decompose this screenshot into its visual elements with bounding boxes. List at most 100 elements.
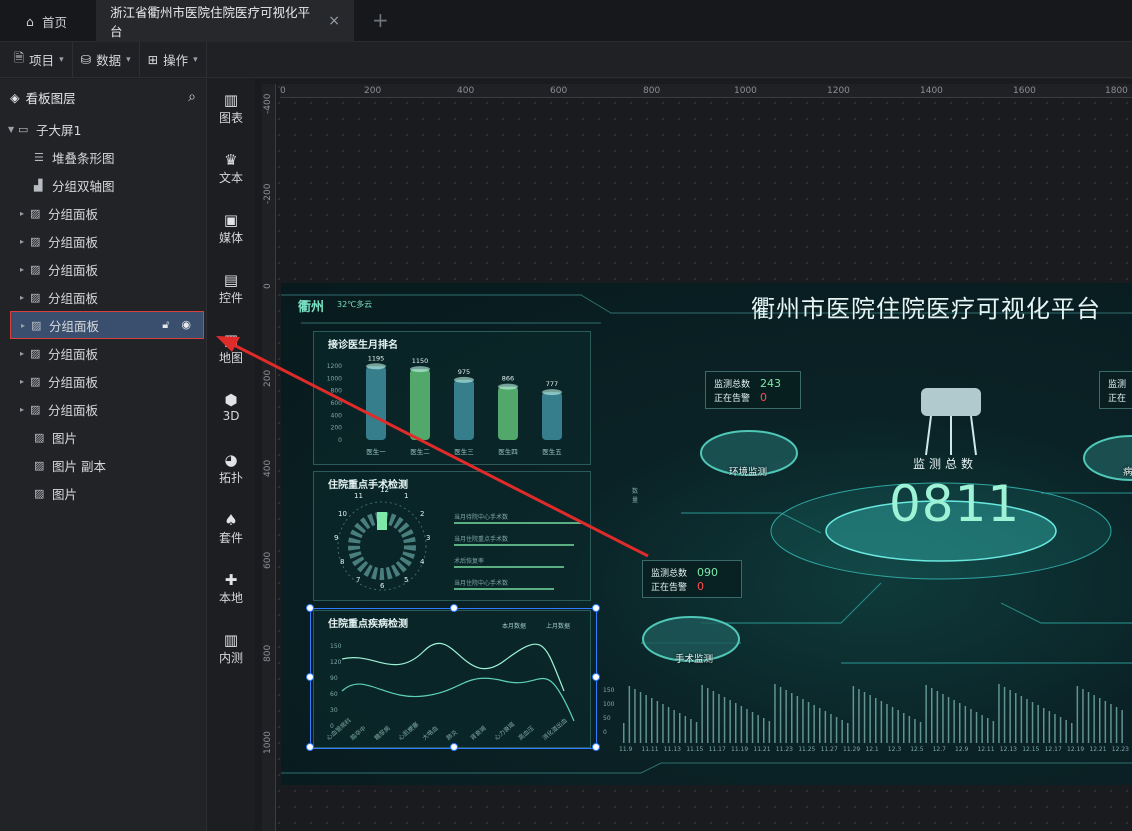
bar[interactable] — [542, 392, 562, 440]
timeline-bar — [1071, 723, 1073, 743]
resize-handle-tr[interactable] — [592, 604, 600, 612]
selection-box[interactable] — [306, 604, 600, 751]
text-icon: ♛ — [224, 151, 238, 169]
timeline-bar — [639, 692, 642, 743]
image-icon: ▨ — [34, 458, 45, 472]
layer-item-label: 堆叠条形图 — [52, 150, 115, 166]
env-stat-box[interactable]: 监测总数 243 正在告警 0 — [705, 371, 801, 409]
chevron-right-icon[interactable]: ▸ — [20, 209, 30, 218]
resize-handle-t[interactable] — [450, 604, 458, 612]
bar[interactable] — [410, 369, 430, 440]
layer-item[interactable]: ☰ 堆叠条形图 — [0, 143, 206, 171]
surgery-stat-box[interactable]: 监测总数 090 正在告警 0 — [642, 560, 742, 598]
timeline-bar — [903, 713, 905, 743]
chevron-right-icon[interactable]: ▸ — [20, 237, 30, 246]
component-control[interactable]: ▤ 控件 — [207, 271, 255, 306]
layer-item[interactable]: ▸ ▨ 分组面板 — [0, 255, 206, 283]
bar-cap — [454, 376, 474, 383]
surgery-node-label: 手术监测 — [675, 654, 714, 665]
bar[interactable] — [366, 366, 386, 440]
vertical-ruler: -400 -200 0 200 400 600 800 1000 — [262, 84, 276, 831]
timeline-bar — [712, 691, 715, 743]
component-local[interactable]: ✚ 本地 — [207, 571, 255, 606]
component-3d[interactable]: ⬢ 3D — [207, 391, 255, 423]
add-tab-icon[interactable]: + — [372, 8, 389, 32]
tab-home[interactable]: ⌂ 首页 — [12, 0, 92, 42]
layer-item[interactable]: ▨ 图片 副本 — [0, 451, 206, 479]
data-menu-label: 数据 — [96, 53, 122, 68]
timeline-date-label: 11.23 — [775, 746, 793, 753]
layers-icon: ◈ — [10, 89, 20, 105]
unlock-icon[interactable]: 🔓︎ — [162, 318, 169, 332]
surgery-card[interactable]: 住院重点手术检测 12 1 2 3 4 5 6 7 8 9 10 11 当月待院… — [313, 471, 638, 601]
resize-handle-bl[interactable] — [306, 743, 314, 751]
chevron-right-icon[interactable]: ▸ — [21, 321, 31, 330]
component-chart[interactable]: ▥ 图表 — [207, 91, 255, 126]
chevron-right-icon[interactable]: ▸ — [20, 377, 30, 386]
bar[interactable] — [454, 379, 474, 440]
resize-handle-tl[interactable] — [306, 604, 314, 612]
layer-item-label: 分组面板 — [48, 374, 99, 390]
env-total: 243 — [760, 376, 782, 390]
resize-handle-b[interactable] — [450, 743, 458, 751]
layer-item[interactable]: ▸ ▨ 分组面板 — [0, 227, 206, 255]
resize-handle-r[interactable] — [592, 673, 600, 681]
timeline-bar — [662, 704, 664, 743]
timeline-bars — [623, 684, 1123, 743]
timeline-bar — [791, 693, 793, 743]
layer-item[interactable]: ▸ ▨ 分组面板 — [0, 367, 206, 395]
close-icon[interactable]: × — [328, 13, 340, 29]
resize-handle-br[interactable] — [592, 743, 600, 751]
timeline-bar — [936, 691, 939, 743]
topology-icon: ◕ — [224, 451, 238, 469]
component-beta[interactable]: ▥ 内测 — [207, 631, 255, 666]
x-category-label: 医生二 — [410, 447, 430, 456]
layer-item[interactable]: ▨ 图片 — [0, 423, 206, 451]
layer-root[interactable]: ▼ ▭ 子大屏1 — [0, 115, 206, 143]
bar[interactable] — [498, 386, 518, 440]
timeline-bar — [751, 712, 754, 743]
right-stat-box[interactable]: 监测 正在 — [1099, 371, 1132, 409]
project-menu-button[interactable]: 🗎 项目 ▾ — [6, 41, 73, 78]
layer-item[interactable]: ▟ 分组双轴图 — [0, 171, 206, 199]
timeline-bar — [869, 695, 871, 743]
chevron-right-icon[interactable]: ▸ — [20, 349, 30, 358]
chevron-right-icon[interactable]: ▸ — [20, 265, 30, 274]
right-node-label: 病 — [1123, 467, 1132, 478]
resize-handle-l[interactable] — [306, 673, 314, 681]
layer-item[interactable]: ▸ ▨ 分组面板 — [0, 395, 206, 423]
layer-item[interactable]: ▸ ▨ 分组面板 — [0, 283, 206, 311]
timeline-bar — [1020, 696, 1023, 743]
tab-dashboard[interactable]: 浙江省衢州市医院住院医疗可视化平台 × — [96, 0, 354, 42]
monitor-icon: ▭ — [18, 122, 29, 136]
layer-item[interactable]: ▸ ▨ 分组面板 — [0, 339, 206, 367]
timeline-bar — [835, 717, 838, 743]
chevron-down-icon[interactable]: ▼ — [8, 125, 18, 134]
chevron-right-icon[interactable]: ▸ — [20, 405, 30, 414]
component-topology[interactable]: ◕ 拓扑 — [207, 451, 255, 486]
component-kit[interactable]: ♠ 套件 — [207, 511, 255, 546]
layer-item-selected[interactable]: ▸ ▨ 分组面板 🔓︎ ◉ — [10, 311, 204, 339]
timeline-bar — [695, 722, 698, 743]
timeline-date-label: 11.13 — [663, 746, 681, 753]
doctor-ranking-card[interactable]: 接诊医生月排名 1200 1000 800 600 400 200 0 1195 医生一 1150… — [313, 331, 591, 465]
control-icon: ▤ — [223, 271, 239, 289]
layer-item[interactable]: ▸ ▨ 分组面板 — [0, 199, 206, 227]
chevron-right-icon[interactable]: ▸ — [20, 293, 30, 302]
component-media[interactable]: ▣ 媒体 — [207, 211, 255, 246]
timeline-bar — [964, 706, 967, 743]
timeline-bar — [735, 703, 737, 743]
layer-item-label: 分组面板 — [48, 206, 99, 222]
eye-icon[interactable]: ◉ — [181, 318, 191, 332]
component-map[interactable]: ▧ 地图 — [207, 331, 255, 366]
bar-value-label: 777 — [546, 380, 558, 388]
timeline-bar — [975, 712, 978, 743]
chevron-down-icon: ▾ — [59, 54, 64, 65]
layer-item[interactable]: ▨ 图片 — [0, 479, 206, 507]
bar-value-label: 866 — [502, 375, 514, 383]
component-text[interactable]: ♛ 文本 — [207, 151, 255, 186]
search-icon[interactable]: ⌕ — [188, 89, 196, 105]
operate-menu-button[interactable]: ⊞ 操作 ▾ — [140, 41, 207, 78]
data-menu-button[interactable]: ⛁ 数据 ▾ — [73, 41, 140, 78]
tab-dashboard-label: 浙江省衢州市医院住院医疗可视化平台 — [110, 5, 311, 39]
